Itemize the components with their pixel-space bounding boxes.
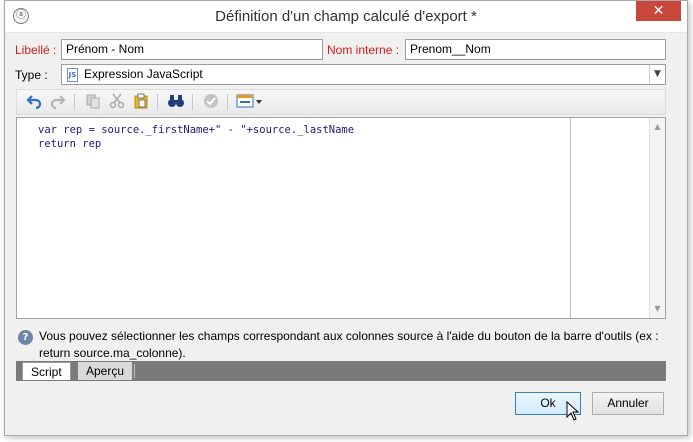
mouse-pointer-icon [566, 401, 580, 421]
chevron-down-icon[interactable]: ▼ [649, 65, 665, 84]
help-text: Vous pouvez sélectionner les champs corr… [39, 329, 659, 360]
copy-icon[interactable] [83, 93, 103, 111]
code-content[interactable]: var rep = source._firstName+" - "+source… [38, 123, 354, 151]
undo-icon[interactable] [24, 93, 44, 111]
javascript-file-icon: JS [67, 68, 78, 82]
tab-script[interactable]: Script [22, 362, 71, 380]
find-binoculars-icon[interactable] [166, 93, 186, 111]
scroll-down-icon[interactable]: ▼ [650, 302, 665, 316]
dialog-title: Définition d'un champ calculé d'export * [215, 8, 477, 25]
paste-icon[interactable] [131, 93, 151, 111]
insert-field-dropdown-icon[interactable] [235, 93, 265, 111]
editor-vertical-scrollbar[interactable]: ▲ ▼ [649, 118, 665, 318]
tab-separator [134, 364, 135, 378]
internal-name-input[interactable]: Prenom__Nom [405, 39, 666, 60]
close-icon: ✕ [652, 3, 665, 19]
script-editor[interactable]: var rep = source._firstName+" - "+source… [16, 117, 666, 319]
internal-name-label: Nom interne : [327, 43, 400, 57]
close-button[interactable]: ✕ [636, 1, 681, 21]
scroll-up-icon[interactable]: ▲ [650, 120, 665, 134]
editor-margin-line [570, 118, 571, 318]
tab-preview[interactable]: Aperçu [78, 362, 133, 380]
cut-icon[interactable] [107, 93, 127, 111]
title-bar[interactable]: ⓐ Définition d'un champ calculé d'export… [5, 1, 687, 33]
code-line: return rep [38, 138, 102, 150]
label-input[interactable]: Prénom - Nom [61, 39, 323, 60]
validate-check-icon[interactable] [201, 93, 221, 111]
type-select-value: Expression JavaScript [84, 67, 203, 81]
dialog-frame: ⓐ Définition d'un champ calculé d'export… [4, 0, 688, 436]
redo-icon[interactable] [48, 93, 68, 111]
editor-toolbar [16, 89, 666, 115]
type-label: Type : [15, 68, 48, 82]
cancel-button[interactable]: Annuler [592, 392, 664, 415]
tab-bar: Script Aperçu [16, 361, 666, 381]
dialog-window: ⓐ Définition d'un champ calculé d'export… [0, 0, 693, 442]
help-question-icon: ? [18, 330, 33, 345]
type-select[interactable]: JS Expression JavaScript ▼ [61, 64, 666, 85]
code-line: var rep = source._firstName+" - "+source… [38, 124, 355, 136]
label-field-label: Libellé : [15, 43, 57, 57]
